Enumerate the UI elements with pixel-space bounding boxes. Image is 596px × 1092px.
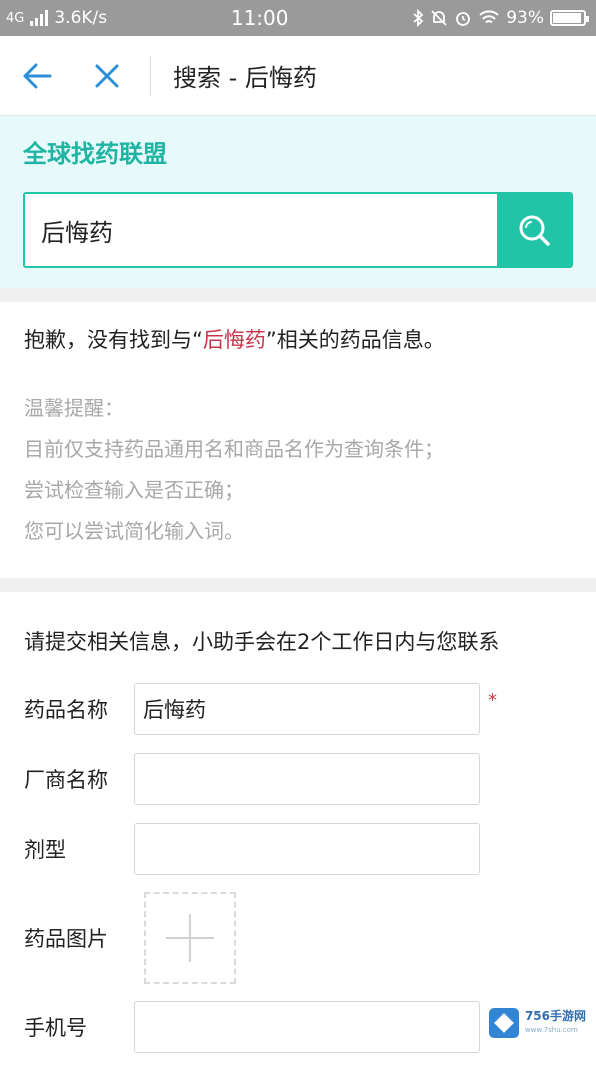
nav-bar: 搜索 - 后悔药 bbox=[0, 36, 596, 116]
plus-icon bbox=[166, 914, 214, 962]
back-button[interactable] bbox=[8, 36, 66, 116]
watermark-url: www.7shu.com bbox=[524, 1026, 578, 1034]
manufacturer-input[interactable] bbox=[134, 753, 480, 805]
search-icon bbox=[519, 215, 550, 246]
battery-percent: 93% bbox=[506, 8, 544, 28]
no-result-keyword: 后悔药 bbox=[202, 328, 266, 352]
dosage-form-row: 剂型 bbox=[24, 822, 584, 876]
close-button[interactable] bbox=[78, 36, 136, 116]
manufacturer-label: 厂商名称 bbox=[24, 768, 108, 792]
section-divider bbox=[0, 578, 596, 592]
phone-input[interactable] bbox=[134, 1001, 480, 1053]
drug-name-label: 药品名称 bbox=[24, 698, 108, 722]
search-button[interactable] bbox=[497, 194, 571, 266]
dosage-form-label: 剂型 bbox=[24, 838, 66, 862]
signal-icon bbox=[30, 10, 49, 26]
status-bar: 4G 3.6K/s 11:00 93% bbox=[0, 0, 596, 36]
page-title: 搜索 - 后悔药 bbox=[173, 64, 317, 92]
alliance-title: 全球找药联盟 bbox=[23, 140, 167, 168]
tips-heading: 温馨提醒： bbox=[24, 396, 124, 420]
drug-image-row: 药品图片 bbox=[24, 892, 584, 984]
required-mark: * bbox=[488, 690, 497, 711]
form-intro: 请提交相关信息，小助手会在2个工作日内与您联系 bbox=[24, 630, 500, 654]
no-result-prefix: 抱歉，没有找到与“ bbox=[24, 328, 203, 352]
no-result-suffix: ”相关的药品信息。 bbox=[265, 328, 445, 352]
watermark: 756手游网 www.7shu.com bbox=[488, 1008, 586, 1038]
network-type: 4G bbox=[6, 10, 25, 26]
tips-block: 温馨提醒： 目前仅支持药品通用名和商品名作为查询条件； 尝试检查输入是否正确； … bbox=[24, 388, 444, 552]
drug-name-input[interactable] bbox=[134, 683, 480, 735]
tips-item: 目前仅支持药品通用名和商品名作为查询条件； bbox=[24, 437, 444, 461]
status-left: 4G 3.6K/s bbox=[6, 8, 107, 28]
search-panel: 全球找药联盟 bbox=[0, 116, 596, 288]
status-time: 11:00 bbox=[230, 6, 289, 30]
manufacturer-row: 厂商名称 bbox=[24, 752, 584, 806]
watermark-logo-icon bbox=[488, 1008, 519, 1038]
back-arrow-icon bbox=[23, 63, 52, 88]
result-section: 抱歉，没有找到与“后悔药”相关的药品信息。 温馨提醒： 目前仅支持药品通用名和商… bbox=[0, 302, 596, 578]
battery-icon bbox=[549, 10, 589, 26]
nav-divider bbox=[150, 55, 151, 96]
watermark-title: 756手游网 bbox=[524, 1009, 586, 1023]
search-box bbox=[23, 192, 573, 268]
drug-image-label: 药品图片 bbox=[24, 927, 108, 951]
section-divider bbox=[0, 288, 596, 302]
dosage-form-input[interactable] bbox=[134, 823, 480, 875]
no-result-message: 抱歉，没有找到与“后悔药”相关的药品信息。 bbox=[24, 324, 445, 354]
watermark-text: 756手游网 www.7shu.com bbox=[525, 1009, 586, 1037]
close-icon bbox=[95, 64, 119, 87]
bluetooth-icon bbox=[413, 9, 424, 27]
network-speed: 3.6K/s bbox=[54, 8, 108, 28]
search-input[interactable] bbox=[25, 194, 497, 266]
image-upload-button[interactable] bbox=[144, 892, 236, 984]
tips-item: 您可以尝试简化输入词。 bbox=[24, 519, 244, 543]
wifi-icon bbox=[479, 10, 499, 24]
status-right: 93% bbox=[412, 8, 589, 28]
alarm-icon bbox=[456, 12, 471, 26]
drug-name-row: 药品名称 * bbox=[24, 682, 584, 736]
phone-label: 手机号 bbox=[24, 1016, 87, 1040]
tips-item: 尝试检查输入是否正确； bbox=[24, 478, 244, 502]
mute-bell-icon bbox=[431, 10, 447, 26]
